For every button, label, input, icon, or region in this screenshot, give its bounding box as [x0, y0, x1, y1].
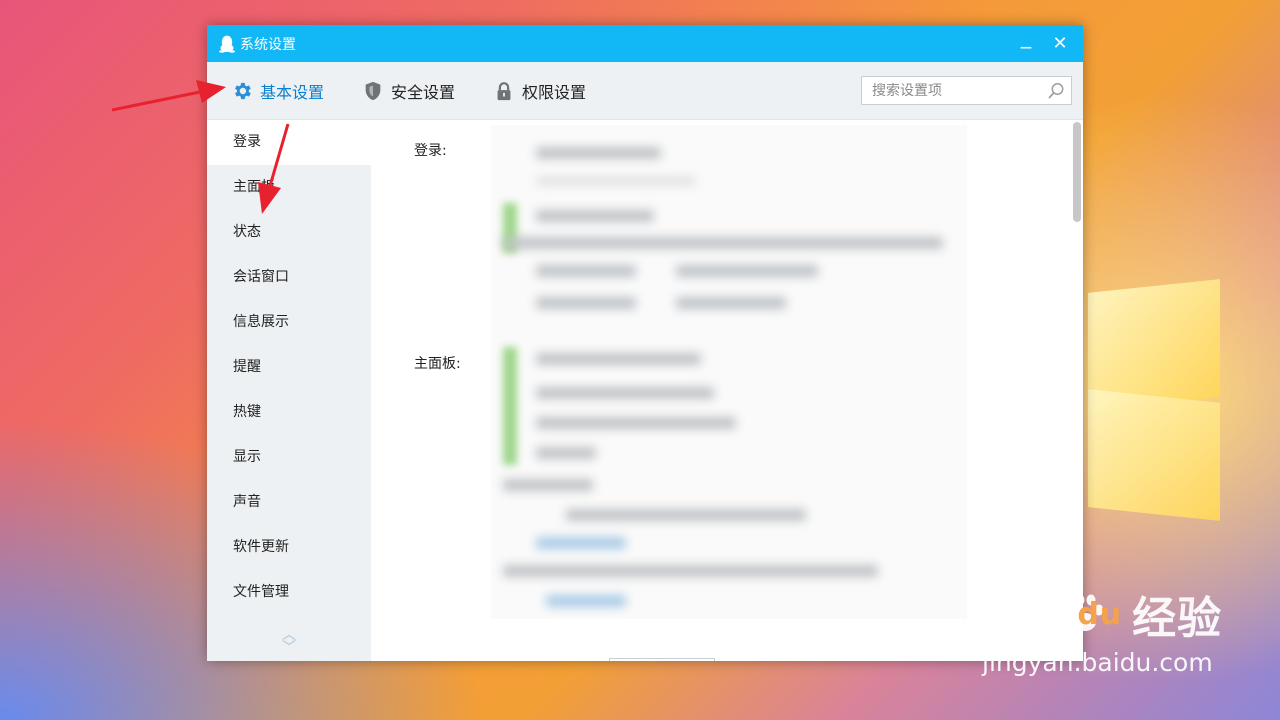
tab-permission-settings[interactable]: 权限设置	[493, 62, 586, 119]
settings-search-box[interactable]	[861, 76, 1072, 105]
window-title: 系统设置	[240, 36, 296, 53]
tab-security-settings-label: 安全设置	[391, 82, 456, 102]
baidu-jingyan-watermark: Bai du 经验 jingyan.baidu.com	[982, 588, 1223, 678]
section-label-login: 登录:	[414, 143, 447, 159]
sidebar-item-chat-window[interactable]: 会话窗口	[207, 255, 371, 300]
minimize-button[interactable]: —	[1009, 25, 1043, 62]
sidebar-item-label: 提醒	[233, 359, 261, 375]
settings-sidebar: 登录 主面板 状态 会话窗口 信息展示 提醒 热键 显示 声音 软件更新 文件管…	[207, 120, 371, 661]
sidebar-item-label: 声音	[233, 494, 261, 510]
gear-icon	[235, 82, 251, 99]
settings-tab-bar: 基本设置 安全设置 权限设置	[207, 62, 1083, 120]
tab-permission-settings-label: 权限设置	[522, 82, 587, 102]
sidebar-item-label: 登录	[233, 134, 261, 150]
close-button[interactable]: ✕	[1043, 25, 1077, 62]
lock-icon	[497, 81, 511, 100]
title-bar[interactable]: 系统设置 — ✕	[207, 25, 1083, 62]
settings-window: 系统设置 — ✕ 基本设置 安全设置 权限设置 搜索设置项 登录 主面板 状态 …	[207, 25, 1083, 661]
sidebar-scroll-controls: ︿ ﹀	[279, 628, 299, 656]
chevron-down-icon[interactable]: ﹀	[279, 640, 299, 656]
sidebar-item-label: 会话窗口	[233, 269, 289, 285]
sidebar-item-hotkeys[interactable]: 热键	[207, 390, 371, 435]
sidebar-item-label: 文件管理	[233, 584, 289, 600]
sidebar-item-reminder[interactable]: 提醒	[207, 345, 371, 390]
tab-security-settings[interactable]: 安全设置	[362, 62, 455, 119]
chevron-up-icon[interactable]: ︿	[279, 628, 299, 642]
sidebar-item-sound[interactable]: 声音	[207, 480, 371, 525]
sidebar-item-main-panel[interactable]: 主面板	[207, 165, 371, 210]
tab-basic-settings[interactable]: 基本设置	[231, 62, 324, 119]
shield-icon	[365, 81, 381, 100]
section-label-main-panel: 主面板:	[414, 356, 461, 372]
sidebar-item-status[interactable]: 状态	[207, 210, 371, 255]
sidebar-item-label: 信息展示	[233, 314, 289, 330]
close-icon: ✕	[1052, 33, 1068, 54]
qq-penguin-icon	[219, 35, 235, 53]
sidebar-item-display[interactable]: 显示	[207, 435, 371, 480]
search-icon[interactable]	[1047, 82, 1065, 100]
bottom-button[interactable]	[609, 658, 715, 661]
sidebar-item-label: 主面板	[233, 179, 275, 195]
blurred-settings-area	[491, 125, 967, 619]
content-scrollbar[interactable]	[1073, 122, 1081, 222]
sidebar-item-software-update[interactable]: 软件更新	[207, 525, 371, 570]
sidebar-item-login[interactable]: 登录	[207, 120, 371, 165]
sidebar-item-info-display[interactable]: 信息展示	[207, 300, 371, 345]
settings-content-pane: 登录: 主面板:	[371, 120, 1083, 661]
tab-basic-settings-label: 基本设置	[260, 82, 325, 102]
sidebar-item-label: 热键	[233, 404, 261, 420]
windows-logo	[1088, 268, 1228, 521]
sidebar-item-label: 显示	[233, 449, 261, 465]
sidebar-item-label: 软件更新	[233, 539, 289, 555]
sidebar-item-file-management[interactable]: 文件管理	[207, 570, 371, 615]
sidebar-item-label: 状态	[233, 224, 261, 240]
minimize-icon: —	[1020, 39, 1032, 54]
search-input[interactable]	[870, 81, 1042, 100]
